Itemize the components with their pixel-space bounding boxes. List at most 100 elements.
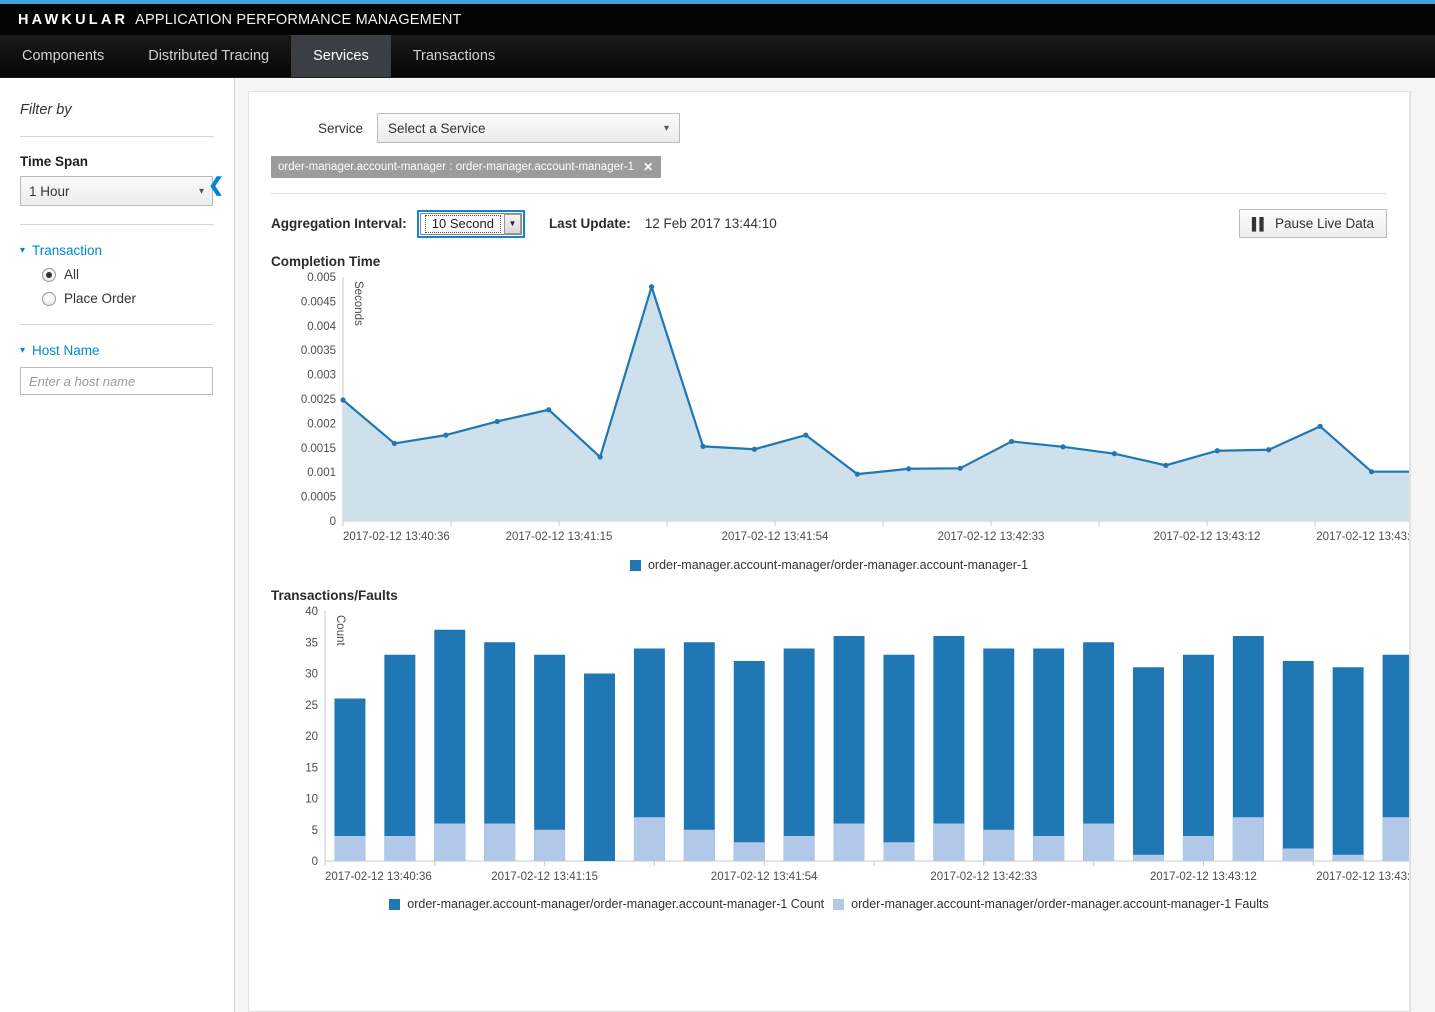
chevron-down-icon: ▾ [663, 122, 669, 134]
svg-text:35: 35 [305, 637, 318, 649]
aggregation-interval-label: Aggregation Interval: [271, 216, 407, 231]
legend-label: order-manager.account-manager/order-mana… [407, 897, 825, 911]
transactions-faults-legend: order-manager.account-manager/order-mana… [271, 897, 1387, 911]
svg-text:2017-02-12 13:41:15: 2017-02-12 13:41:15 [506, 531, 613, 543]
service-label: Service [317, 120, 363, 136]
transaction-option-label: Place Order [64, 291, 137, 306]
aggregation-interval-value: 10 Second [424, 214, 501, 233]
nav-tab-distributed-tracing[interactable]: Distributed Tracing [126, 35, 291, 77]
svg-text:Count: Count [334, 615, 346, 646]
svg-text:0.004: 0.004 [307, 321, 336, 333]
legend-label: order-manager.account-manager/order-mana… [647, 558, 1029, 572]
svg-text:0.0045: 0.0045 [301, 296, 336, 308]
chevron-down-icon: ▾ [20, 245, 26, 256]
svg-text:0: 0 [312, 856, 318, 868]
primary-nav: Components Distributed Tracing Services … [0, 35, 1435, 78]
chevron-down-icon: ▾ [20, 345, 26, 356]
legend-swatch [833, 898, 845, 910]
page-body: ❮ Filter by Time Span 1 Hour ▾ ▾ Transac… [0, 78, 1435, 1012]
svg-text:0.001: 0.001 [307, 467, 336, 479]
svg-text:2017-02-12 13:40:36: 2017-02-12 13:40:36 [325, 871, 432, 883]
svg-text:0: 0 [330, 516, 336, 528]
svg-text:2017-02-12 13:42:33: 2017-02-12 13:42:33 [938, 531, 1045, 543]
svg-text:2017-02-12 13:43:50: 2017-02-12 13:43:50 [1316, 531, 1410, 543]
filter-by-heading: Filter by [20, 102, 72, 118]
aggregation-interval-select[interactable]: 10 Second ▼ [419, 212, 522, 235]
radio-icon [42, 267, 56, 282]
brand-name: HAWKULAR [18, 11, 129, 28]
divider [271, 193, 1387, 194]
aggregation-interval-select-focus-ring: 10 Second ▼ [416, 209, 525, 238]
time-span-value: 1 Hour [29, 183, 70, 199]
svg-text:10: 10 [305, 794, 318, 806]
close-icon[interactable]: ✕ [643, 160, 653, 174]
legend-item[interactable]: order-manager.account-manager/order-mana… [629, 558, 1029, 572]
last-update-value: 12 Feb 2017 13:44:10 [644, 216, 777, 231]
caret-down-icon[interactable]: ▼ [503, 213, 521, 234]
svg-text:2017-02-12 13:42:33: 2017-02-12 13:42:33 [930, 871, 1037, 883]
transaction-option-all[interactable]: All [42, 267, 214, 282]
content-wrapper: Service Select a Service ▾ order-manager… [235, 78, 1435, 1012]
svg-text:0.005: 0.005 [307, 272, 336, 284]
transaction-option-place-order[interactable]: Place Order [42, 291, 214, 306]
svg-text:2017-02-12 13:40:36: 2017-02-12 13:40:36 [343, 531, 450, 543]
page-scrollbar[interactable] [1410, 91, 1422, 1012]
completion-time-title: Completion Time [271, 254, 381, 269]
svg-text:2017-02-12 13:41:15: 2017-02-12 13:41:15 [491, 871, 598, 883]
service-selector-row: Service Select a Service ▾ [271, 113, 1387, 143]
transaction-group-label: Transaction [32, 243, 103, 258]
filter-sidebar: ❮ Filter by Time Span 1 Hour ▾ ▾ Transac… [0, 78, 235, 1012]
service-select[interactable]: Select a Service ▾ [377, 113, 680, 143]
divider [20, 224, 214, 225]
host-name-group-label: Host Name [32, 343, 100, 358]
service-select-value: Select a Service [388, 120, 486, 136]
pause-live-data-label: Pause Live Data [1274, 216, 1374, 231]
svg-text:0.0025: 0.0025 [301, 394, 336, 406]
completion-time-legend: order-manager.account-manager/order-mana… [271, 558, 1387, 572]
masthead: HAWKULAR APPLICATION PERFORMANCE MANAGEM… [0, 4, 1435, 35]
svg-text:0.0035: 0.0035 [301, 345, 336, 357]
svg-text:Seconds: Seconds [352, 281, 364, 326]
legend-swatch [389, 898, 401, 910]
pause-live-data-button[interactable]: ▌▌ Pause Live Data [1238, 209, 1387, 238]
svg-text:2017-02-12 13:41:54: 2017-02-12 13:41:54 [711, 871, 818, 883]
nav-tab-transactions[interactable]: Transactions [391, 35, 517, 77]
transactions-faults-title: Transactions/Faults [271, 588, 398, 603]
host-name-group-toggle[interactable]: ▾ Host Name [20, 343, 214, 358]
time-span-label: Time Span [20, 154, 89, 169]
selected-service-chip[interactable]: order-manager.account-manager : order-ma… [271, 156, 662, 178]
selected-services-row: order-manager.account-manager : order-ma… [271, 156, 1387, 178]
svg-text:40: 40 [305, 606, 318, 618]
services-panel: Service Select a Service ▾ order-manager… [248, 91, 1410, 1012]
legend-swatch [629, 559, 641, 571]
aggregation-toolbar: Aggregation Interval: 10 Second ▼ Last U… [271, 209, 1387, 238]
svg-text:30: 30 [305, 669, 318, 681]
svg-text:0.0005: 0.0005 [301, 492, 336, 504]
time-span-select[interactable]: 1 Hour ▾ [20, 176, 213, 206]
transactions-faults-chart: 40 35 30 25 20 15 10 5 0 Count 2017-02-12 13:40:36… [271, 603, 1409, 896]
chevron-down-icon: ▾ [198, 185, 204, 197]
svg-text:2017-02-12 13:43:50: 2017-02-12 13:43:50 [1316, 871, 1410, 883]
svg-text:20: 20 [305, 731, 318, 743]
transaction-option-label: All [64, 267, 80, 282]
pause-icon: ▌▌ [1251, 216, 1268, 231]
brand-subtitle: APPLICATION PERFORMANCE MANAGEMENT [135, 11, 462, 28]
nav-tab-services[interactable]: Services [291, 35, 391, 77]
svg-text:15: 15 [305, 762, 318, 774]
last-update-label: Last Update: [548, 216, 631, 231]
sidebar-collapse-icon[interactable]: ❮ [208, 176, 224, 195]
radio-icon [42, 291, 56, 306]
selected-service-chip-label: order-manager.account-manager : order-ma… [278, 161, 635, 173]
svg-text:5: 5 [312, 825, 318, 837]
divider [20, 324, 214, 325]
svg-text:0.002: 0.002 [307, 418, 336, 430]
svg-text:0.003: 0.003 [307, 370, 336, 382]
host-name-input[interactable] [20, 367, 213, 395]
svg-text:2017-02-12 13:43:12: 2017-02-12 13:43:12 [1150, 871, 1257, 883]
divider [20, 136, 214, 137]
nav-tab-components[interactable]: Components [0, 35, 126, 77]
transaction-group-toggle[interactable]: ▾ Transaction [20, 243, 214, 258]
legend-item[interactable]: order-manager.account-manager/order-mana… [833, 897, 1269, 911]
legend-label: order-manager.account-manager/order-mana… [851, 897, 1269, 911]
legend-item[interactable]: order-manager.account-manager/order-mana… [389, 897, 824, 911]
